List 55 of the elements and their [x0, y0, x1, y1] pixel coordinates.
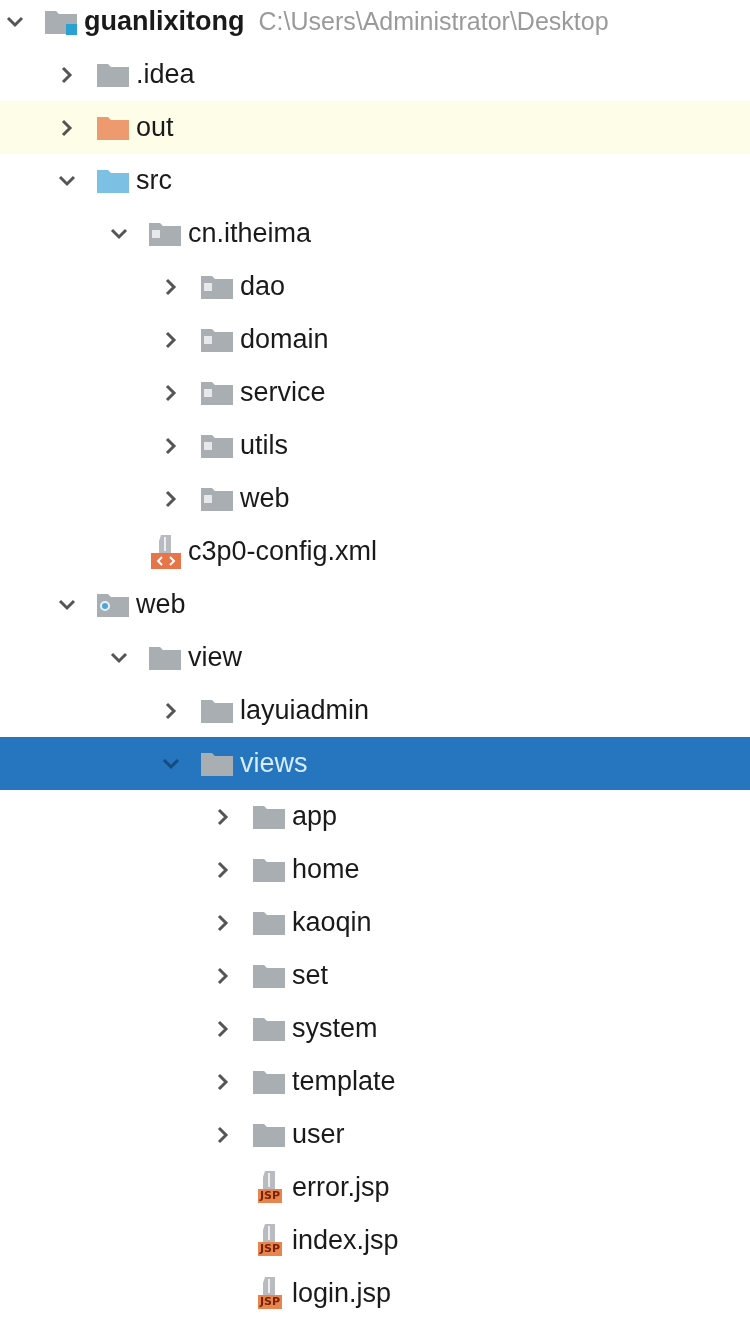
tree-item-label: layuiadmin: [240, 695, 370, 726]
tree-item-label: view: [188, 642, 242, 673]
tree-item-label: set: [292, 960, 329, 991]
tree-item-label: service: [240, 377, 326, 408]
tree-row[interactable]: home: [0, 843, 750, 896]
file-type-badge: JSP: [257, 1241, 283, 1256]
tree-row[interactable]: views: [0, 737, 750, 790]
tree-item-label: error.jsp: [292, 1172, 390, 1203]
tree-row[interactable]: system: [0, 1002, 750, 1055]
tree-item-label: dao: [240, 271, 286, 302]
tree-row[interactable]: template: [0, 1055, 750, 1108]
tree-item-label: home: [292, 854, 360, 885]
file-type-badge: JSP: [257, 1188, 283, 1203]
tree-row[interactable]: out: [0, 101, 750, 154]
tree-item-label: domain: [240, 324, 329, 355]
code-brackets-icon: [151, 552, 181, 569]
tree-row[interactable]: layuiadmin: [0, 684, 750, 737]
tree-row[interactable]: utils: [0, 419, 750, 472]
tree-row[interactable]: guanlixitong C:\Users\Administrator\Desktop: [0, 0, 750, 48]
tree-item-label: web: [240, 483, 290, 514]
tree-item-label: utils: [240, 430, 288, 461]
tree-item-label: out: [136, 112, 174, 143]
tree-row[interactable]: app: [0, 790, 750, 843]
tree-row[interactable]: JSP index.jsp: [0, 1214, 750, 1267]
tree-row[interactable]: domain: [0, 313, 750, 366]
tree-item-label: user: [292, 1119, 345, 1150]
tree-item-label: kaoqin: [292, 907, 372, 938]
tree-item-label: system: [292, 1013, 378, 1044]
tree-item-label: web: [136, 589, 186, 620]
tree-row[interactable]: view: [0, 631, 750, 684]
tree-item-label: c3p0-config.xml: [188, 536, 378, 567]
tree-row[interactable]: dao: [0, 260, 750, 313]
tree-item-label: app: [292, 801, 338, 832]
tree-row[interactable]: JSP error.jsp: [0, 1161, 750, 1214]
tree-item-label: login.jsp: [292, 1278, 392, 1309]
tree-item-label: index.jsp: [292, 1225, 399, 1256]
tree-item-label: template: [292, 1066, 396, 1097]
tree-row[interactable]: src: [0, 154, 750, 207]
tree-row[interactable]: .idea: [0, 48, 750, 101]
tree-row[interactable]: kaoqin: [0, 896, 750, 949]
tree-item-label: guanlixitong: [84, 6, 245, 37]
tree-row[interactable]: c3p0-config.xml: [0, 525, 750, 578]
tree-row[interactable]: service: [0, 366, 750, 419]
tree-row[interactable]: JSP login.jsp: [0, 1267, 750, 1320]
tree-row[interactable]: web: [0, 578, 750, 631]
tree-row[interactable]: set: [0, 949, 750, 1002]
tree-row[interactable]: cn.itheima: [0, 207, 750, 260]
tree-row[interactable]: web: [0, 472, 750, 525]
tree-item-label: src: [136, 165, 172, 196]
tree-item-label: .idea: [136, 59, 195, 90]
tree-item-label: views: [240, 748, 308, 779]
file-type-badge: JSP: [257, 1294, 283, 1309]
project-path: C:\Users\Administrator\Desktop: [258, 7, 609, 36]
tree-item-label: cn.itheima: [188, 218, 312, 249]
tree-row[interactable]: user: [0, 1108, 750, 1161]
